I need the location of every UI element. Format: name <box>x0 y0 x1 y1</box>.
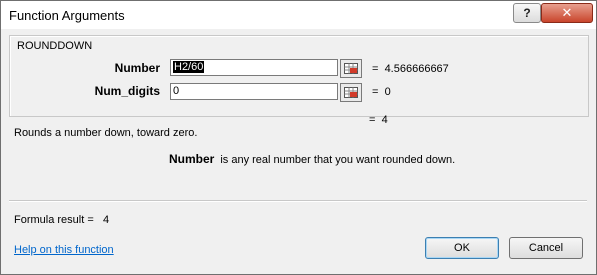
function-description: Rounds a number down, toward zero. <box>14 127 198 139</box>
number-ref-button[interactable] <box>340 59 362 78</box>
num-digits-arg-input[interactable]: 0 <box>170 83 338 100</box>
function-result-value: 4 <box>381 114 388 126</box>
num-digits-arg-label: Num_digits <box>94 84 160 98</box>
cancel-button[interactable]: Cancel <box>509 237 583 259</box>
num-digits-arg-result: = 0 <box>372 86 391 98</box>
num-digits-ref-button[interactable] <box>340 83 362 102</box>
argument-description: Number is any real number that you want r… <box>169 152 455 166</box>
formula-result-value: 4 <box>102 214 110 226</box>
num-digits-arg-value: 0 <box>173 85 180 97</box>
dialog-body: ROUNDDOWN Number H2/60 = 4.566666667 Num… <box>4 29 593 271</box>
argument-description-name: Number <box>169 152 215 166</box>
arguments-group: ROUNDDOWN Number H2/60 = 4.566666667 Num… <box>9 35 589 117</box>
close-button[interactable]: ✕ <box>541 3 593 23</box>
collapse-dialog-icon <box>344 87 358 98</box>
help-on-function-link[interactable]: Help on this function <box>14 244 114 256</box>
formula-result-label: Formula result = <box>14 214 94 226</box>
num-digits-result-value: 0 <box>384 86 391 98</box>
title-bar: Function Arguments ? ✕ <box>1 1 596 29</box>
equals-sign: = <box>369 114 376 126</box>
function-arguments-dialog: Function Arguments ? ✕ ROUNDDOWN Number … <box>0 0 597 275</box>
number-result-value: 4.566666667 <box>384 63 449 75</box>
divider <box>9 200 587 202</box>
number-arg-input[interactable]: H2/60 <box>170 59 338 76</box>
dialog-title: Function Arguments <box>9 8 125 23</box>
function-result: = 4 <box>369 114 388 126</box>
formula-result: Formula result = 4 <box>14 214 109 226</box>
number-arg-value: H2/60 <box>173 61 205 73</box>
number-arg-label: Number <box>114 61 160 75</box>
equals-sign: = <box>372 63 379 75</box>
ok-button[interactable]: OK <box>425 237 499 259</box>
number-arg-result: = 4.566666667 <box>372 63 449 75</box>
argument-description-text: is any real number that you want rounded… <box>220 154 456 166</box>
collapse-dialog-icon <box>344 63 358 74</box>
equals-sign: = <box>372 86 379 98</box>
help-button[interactable]: ? <box>513 3 541 23</box>
function-name: ROUNDDOWN <box>17 40 93 52</box>
